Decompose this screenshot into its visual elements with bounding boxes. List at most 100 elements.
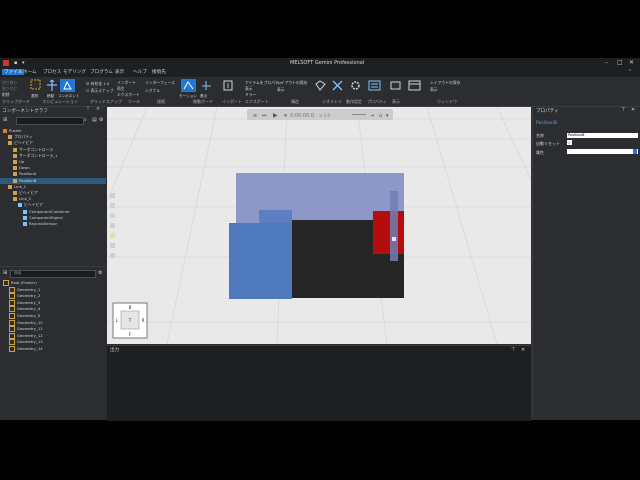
3d-viewport[interactable]: B L R T F ≡ ⏮ ▶ ⏸ 0:00:00.0 × 1.0 ⇥ ⌂ ▾ <box>107 107 531 344</box>
rewind-icon[interactable]: ⏮ <box>262 113 267 119</box>
prop-attribute-input[interactable] <box>567 149 638 154</box>
prop-autoreset-checkbox[interactable]: ✓ <box>567 140 572 145</box>
geometry-tree-item[interactable]: Root (Pusher) <box>0 280 37 286</box>
component-tree-item[interactable]: Pusher <box>0 128 106 134</box>
geometry-search-input[interactable]: 検索 <box>10 270 96 278</box>
component-tree-item[interactable]: プロパティ <box>0 134 106 140</box>
component-tree-item[interactable]: サーボコントローラ <box>0 147 106 153</box>
prop-attribute-picker-icon[interactable] <box>633 149 637 154</box>
playback-menu-icon[interactable]: ≡ <box>253 113 257 119</box>
record-icon[interactable]: ⌂ <box>379 113 382 119</box>
structure-item-2[interactable]: 表示 <box>277 87 285 93</box>
component-tree-item[interactable]: PositionB <box>0 177 106 184</box>
output-close-icon[interactable]: ✕ <box>521 347 525 353</box>
pin-icon[interactable]: ⊤ <box>86 107 90 112</box>
tool-export[interactable]: エクスポート <box>117 92 140 98</box>
geometry-tree-item[interactable]: Geometry_2 <box>0 293 40 300</box>
menu-help[interactable]: ヘルプ <box>133 69 147 75</box>
geometry-icon[interactable] <box>313 79 328 92</box>
menu-file[interactable]: ファイル <box>2 69 25 75</box>
view-tool-5-icon[interactable] <box>110 233 115 238</box>
geometry-tree-item[interactable]: Geometry_5 <box>0 313 40 319</box>
component-tree-item[interactable]: Down <box>0 165 106 171</box>
view-tool-1-icon[interactable] <box>110 193 115 198</box>
prop-name-input[interactable]: PositionB <box>567 133 638 138</box>
geometry-tree-item[interactable]: Geometry_14 <box>0 346 43 352</box>
search-icon[interactable]: ⌕ <box>84 117 87 123</box>
panel-close-icon[interactable]: ✕ <box>96 107 100 112</box>
expand-icon[interactable]: ⊞ <box>3 117 7 123</box>
settings-icon[interactable]: ⚙ <box>99 117 103 123</box>
geometry-tree-item[interactable]: Geometry_1 <box>0 286 40 293</box>
display-icon[interactable] <box>388 79 403 92</box>
menu-program[interactable]: プログラム <box>90 69 113 75</box>
geometry-settings-icon[interactable]: ⚙ <box>98 270 102 276</box>
export-mirror-button[interactable]: ミラー <box>245 92 256 98</box>
menu-connection[interactable]: 接続先 <box>152 69 166 75</box>
geometry-tree-item[interactable]: Geometry_13 <box>0 339 43 346</box>
close-button[interactable]: ✕ <box>629 59 634 66</box>
properties-pin-icon[interactable]: ⊤ <box>621 107 625 113</box>
component-tree-item[interactable]: ビヘイビア <box>0 202 106 208</box>
speed-slider[interactable] <box>352 114 366 115</box>
component-tree-item[interactable]: Link_1 <box>0 184 106 190</box>
component-tree-item[interactable]: Up <box>0 159 106 165</box>
geometry-tree-item[interactable]: Geometry_4 <box>0 306 40 313</box>
layout-save-button[interactable]: レイアウトの保存 <box>430 80 460 86</box>
view-tool-7-icon[interactable] <box>110 253 115 258</box>
layout-display-button[interactable]: 表示 <box>430 87 438 93</box>
display-snap-checkbox[interactable]: ☐ 表示スナップ <box>86 88 113 94</box>
pusher-rod[interactable] <box>390 191 398 261</box>
interface-button[interactable]: インターフェース <box>145 80 175 86</box>
component-tree-item[interactable]: RaycastSensor <box>0 221 106 227</box>
component-tree-item[interactable]: ビヘイビア <box>0 190 106 196</box>
maximize-button[interactable]: □ <box>617 59 623 66</box>
pusher-model[interactable] <box>229 173 404 299</box>
component-tree-item[interactable]: Link_2 <box>0 196 106 202</box>
output-pin-icon[interactable]: ⊤ <box>511 347 515 353</box>
play-icon[interactable]: ▶ <box>273 112 278 119</box>
menu-home[interactable]: ホーム <box>23 69 37 75</box>
menu-view[interactable]: 表示 <box>115 69 124 75</box>
origin-icon[interactable] <box>199 79 214 92</box>
scene-canvas[interactable]: B L R T F ≡ ⏮ ▶ ⏸ 0:00:00.0 × 1.0 ⇥ ⌂ ▾ <box>107 107 531 344</box>
geometry-tree-item[interactable]: Geometry_11 <box>0 326 43 333</box>
properties-icon[interactable] <box>367 79 382 92</box>
left-blue-block[interactable] <box>229 223 292 299</box>
select-icon[interactable] <box>28 79 43 92</box>
enable-snap-checkbox[interactable]: ☑ 有効化 1.0 <box>86 81 109 87</box>
red-pusher-head[interactable] <box>373 211 404 254</box>
component-search-input[interactable] <box>16 117 84 125</box>
navigation-cube[interactable]: B L R T F <box>112 302 148 339</box>
menu-process[interactable]: プロセス <box>43 69 61 75</box>
component-tree-item[interactable]: サーボコントローラ_1 <box>0 153 106 159</box>
geometry-expand-icon[interactable]: ⊞ <box>3 270 7 276</box>
signal-button[interactable]: シグナル <box>145 88 160 94</box>
view-tool-2-icon[interactable] <box>110 203 115 208</box>
properties-close-icon[interactable]: ✕ <box>631 107 635 113</box>
delete-button[interactable]: 削除 <box>2 92 10 98</box>
pause-icon[interactable]: ⏸ <box>284 112 287 119</box>
structure-item-1[interactable]: レイアウトの保存 <box>277 80 307 86</box>
view-tool-6-icon[interactable] <box>110 243 115 248</box>
motion-icon[interactable] <box>181 79 196 92</box>
step-icon[interactable]: ⇥ <box>370 113 374 119</box>
filter-icon[interactable]: ▤ <box>92 117 97 123</box>
view-tool-4-icon[interactable] <box>110 223 115 228</box>
import-icon[interactable] <box>221 79 236 92</box>
component-tree-item[interactable]: PositionA <box>0 171 106 177</box>
geometry-tree-item[interactable]: Geometry_12 <box>0 332 43 339</box>
minimize-button[interactable]: – <box>605 59 608 66</box>
tool-x-icon[interactable] <box>330 79 345 92</box>
component-tool-icon[interactable] <box>60 79 75 92</box>
quick-save-icon[interactable]: ▪ <box>14 60 17 66</box>
component-tree-item[interactable]: ComponentSignal <box>0 215 106 221</box>
geometry-tree-item[interactable]: Geometry_10 <box>0 319 43 326</box>
geometry-tree-item[interactable]: Geometry_3 <box>0 299 40 306</box>
ribbon-collapse-icon[interactable]: ⌃ <box>628 69 632 75</box>
component-tree-item[interactable]: ComponentContainer <box>0 209 106 215</box>
gear-icon[interactable] <box>348 79 363 92</box>
quick-menu-icon[interactable]: ▾ <box>22 60 25 66</box>
component-tree-item[interactable]: ビヘイビア <box>0 140 106 146</box>
window-icon[interactable] <box>407 79 422 92</box>
